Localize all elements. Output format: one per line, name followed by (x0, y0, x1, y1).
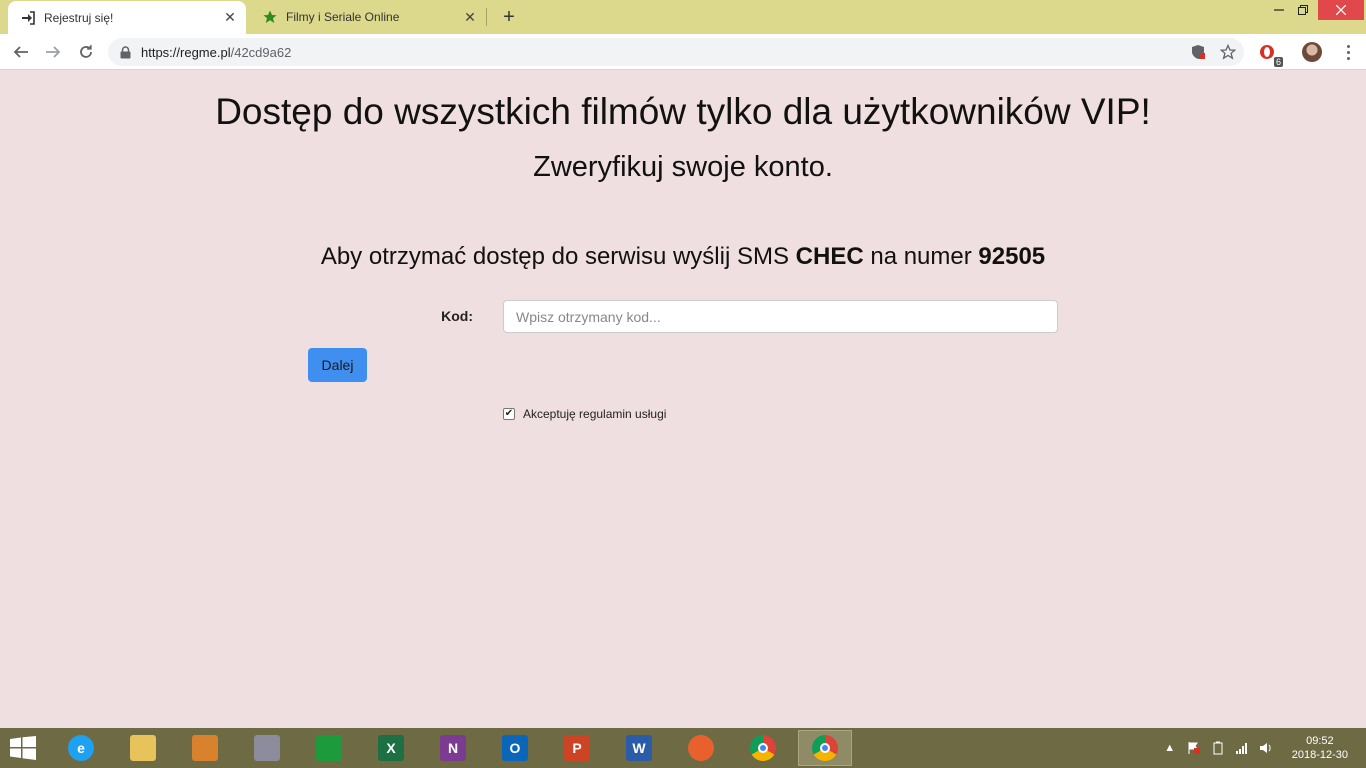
clock[interactable]: 09:52 2018-12-30 (1292, 734, 1348, 762)
arrow-right-icon (46, 46, 61, 58)
taskbar-app-button[interactable]: O (488, 730, 542, 766)
next-button[interactable]: Dalej (308, 348, 367, 382)
tab-filmy[interactable]: Filmy i Seriale Online ✕ (250, 0, 486, 34)
file-explorer-icon (130, 735, 156, 761)
battery-icon[interactable] (1210, 740, 1226, 756)
extension-badge: 6 (1273, 57, 1283, 67)
close-window-button[interactable] (1318, 0, 1364, 20)
tab-rejestruj[interactable]: Rejestruj się! ✕ (8, 1, 246, 34)
windows-start-button[interactable] (8, 736, 38, 760)
taskbar-app-button[interactable] (240, 730, 294, 766)
taskbar-app-button[interactable] (302, 730, 356, 766)
minimize-button[interactable] (1268, 0, 1290, 20)
taskbar-app-button[interactable]: W (612, 730, 666, 766)
terms-checkbox[interactable]: ✔ (503, 408, 515, 420)
taskbar-app-button[interactable] (178, 730, 232, 766)
close-tab-icon[interactable]: ✕ (222, 9, 238, 26)
forward-button[interactable] (41, 40, 65, 64)
sign-in-icon (20, 10, 36, 26)
onenote-icon: N (440, 735, 466, 761)
chrome-icon (750, 735, 776, 761)
instruction-prefix: Aby otrzymać dostęp do serwisu wyślij SM… (320, 243, 796, 270)
page-subtitle: Zweryfikuj swoje konto. (533, 151, 833, 183)
taskbar-app-button[interactable] (674, 730, 728, 766)
taskbar-app-button[interactable]: e (54, 730, 108, 766)
photo-viewer-icon (192, 735, 218, 761)
page-title: Dostęp do wszystkich filmów tylko dla uż… (215, 91, 1151, 132)
instruction-middle: na numer (863, 243, 979, 270)
arrow-left-icon (13, 46, 28, 58)
opera-extension-icon[interactable]: 6 (1255, 40, 1283, 67)
url-host: https://regme.pl (141, 44, 231, 60)
clock-time: 09:52 (1306, 735, 1334, 747)
reload-icon (80, 45, 92, 58)
code-input[interactable] (503, 300, 1058, 333)
terms-row: ✔ Akceptuję regulamin usługi (503, 407, 666, 421)
page-content: Dostęp do wszystkich filmów tylko dla uż… (0, 71, 1366, 728)
restore-button[interactable] (1292, 0, 1314, 20)
powerpoint-icon: P (564, 735, 590, 761)
back-button[interactable] (9, 40, 33, 64)
firefox-icon (688, 735, 714, 761)
reload-button[interactable] (74, 40, 98, 64)
lock-icon[interactable] (120, 45, 131, 59)
word-icon: W (626, 735, 652, 761)
sms-code: CHEC (795, 243, 864, 270)
taskbar-app-button[interactable]: P (550, 730, 604, 766)
volume-icon[interactable] (1258, 740, 1274, 756)
terms-label: Akceptuję regulamin usługi (523, 407, 667, 421)
tab-title: Rejestruj się! (44, 10, 114, 25)
address-bar[interactable]: https://regme.pl/42cd9a62 (108, 38, 1244, 66)
store-icon (316, 735, 342, 761)
clock-date: 2018-12-30 (1291, 749, 1348, 761)
windows-logo-icon (10, 736, 36, 760)
tab-strip: Rejestruj się! ✕ Filmy i Seriale Online … (0, 0, 1366, 34)
taskbar-app-button[interactable] (798, 730, 852, 766)
blocked-popup-icon[interactable] (1190, 44, 1206, 65)
new-tab-button[interactable]: + (499, 6, 519, 28)
avatar[interactable] (1302, 42, 1322, 62)
tab-title: Filmy i Seriale Online (286, 10, 400, 24)
excel-icon: X (378, 735, 404, 761)
media-player-icon (254, 735, 280, 761)
network-icon[interactable] (1234, 740, 1250, 756)
menu-dots-icon[interactable] (1338, 42, 1358, 62)
code-label: Kod: (441, 308, 473, 324)
taskbar: e X N O P W ▲ 09:52 2018-12-30 (0, 728, 1366, 768)
taskbar-app-button[interactable]: N (426, 730, 480, 766)
outlook-icon: O (502, 735, 528, 761)
taskbar-app-button[interactable]: X (364, 730, 418, 766)
system-tray: ▲ 09:52 2018-12-30 (1158, 728, 1366, 768)
internet-explorer-icon: e (68, 735, 94, 761)
bookmark-star-icon[interactable] (1219, 43, 1237, 65)
browser-toolbar: https://regme.pl/42cd9a62 6 (0, 34, 1366, 70)
close-tab-icon[interactable]: ✕ (462, 9, 478, 25)
url-path: /42cd9a62 (230, 44, 292, 60)
taskbar-app-button[interactable] (736, 730, 790, 766)
tab-divider (486, 8, 487, 26)
url-text: https://regme.pl/42cd9a62 (141, 45, 291, 60)
chrome-active-icon (812, 735, 838, 761)
taskbar-app-button[interactable] (116, 730, 170, 766)
star-icon (262, 9, 278, 25)
flag-icon[interactable] (1186, 740, 1202, 756)
sms-instruction: Aby otrzymać dostęp do serwisu wyślij SM… (0, 243, 1366, 271)
show-hidden-icons[interactable]: ▲ (1162, 740, 1178, 756)
sms-number: 92505 (978, 243, 1046, 270)
